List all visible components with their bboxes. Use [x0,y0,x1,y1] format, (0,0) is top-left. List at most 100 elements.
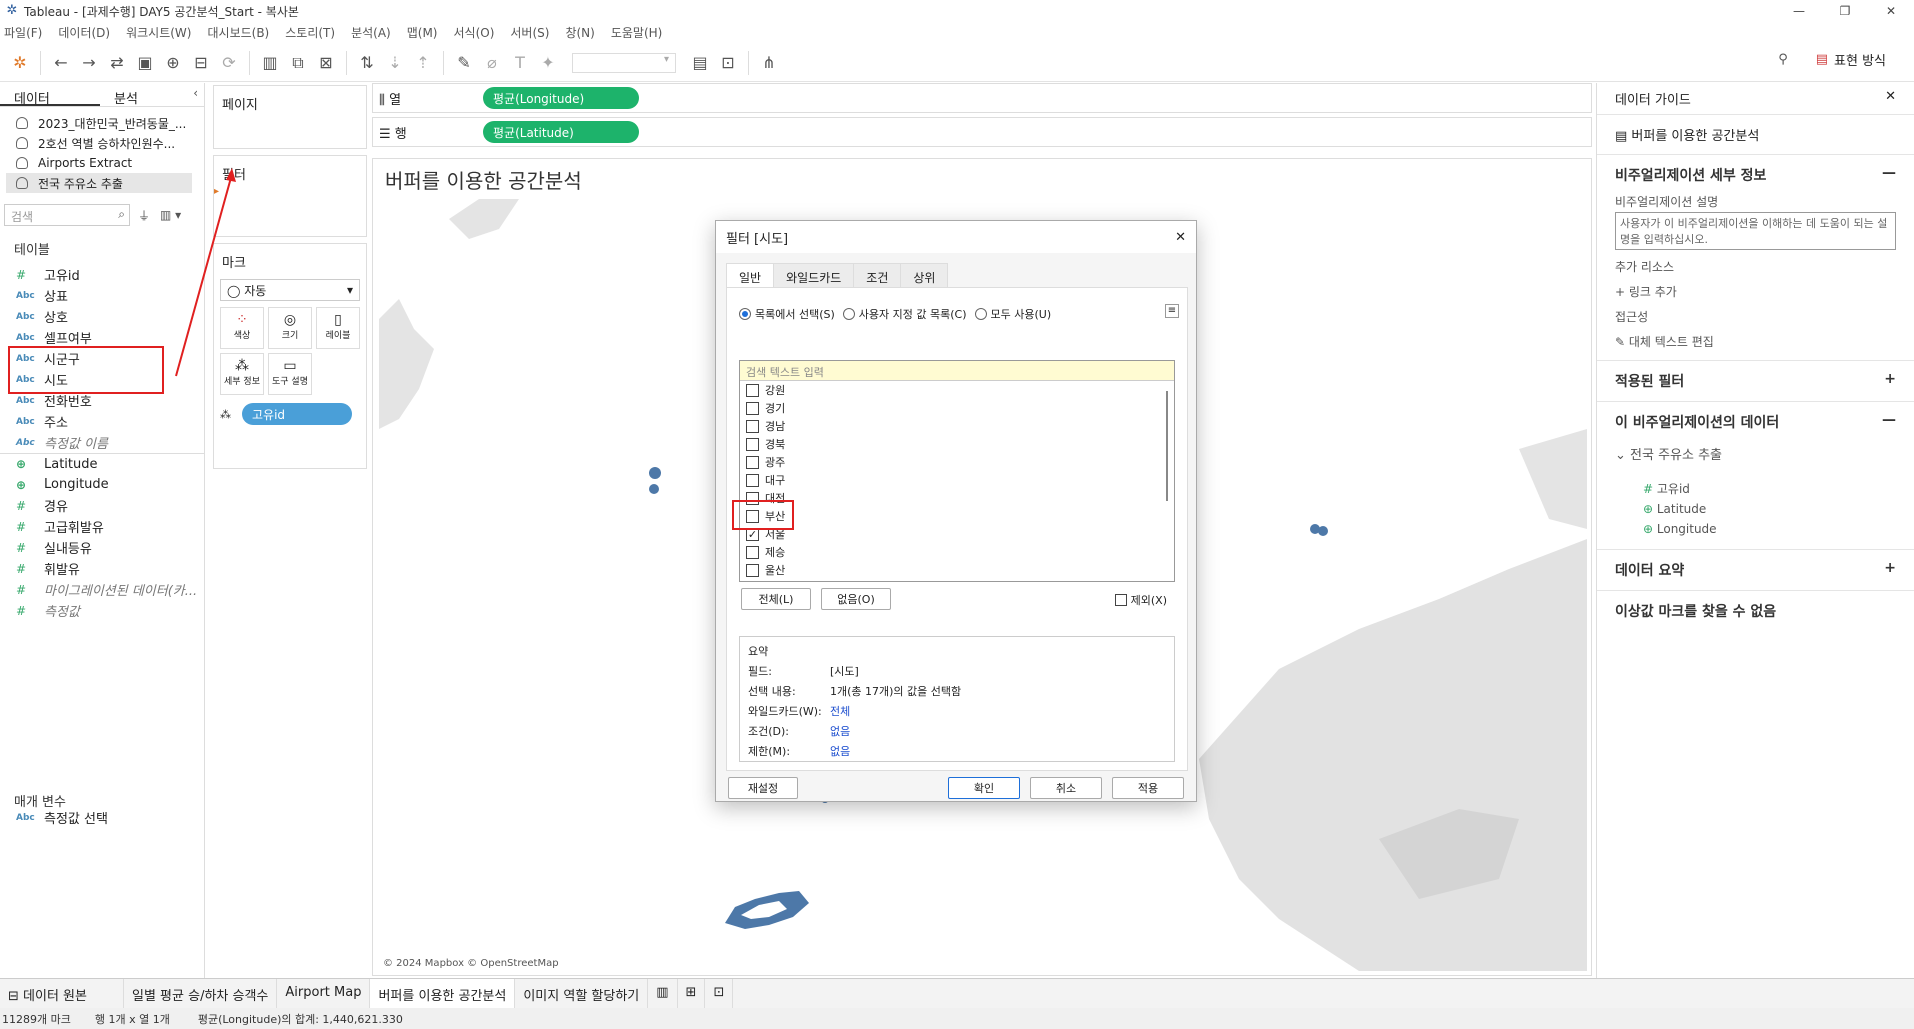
close-guide-icon[interactable]: ✕ [1885,89,1896,108]
value-checkbox-item[interactable]: 강원 [740,381,1174,399]
menu-data[interactable]: 데이터(D) [58,24,110,41]
detail-pill[interactable]: 고유id [242,403,352,425]
summary-link[interactable]: 없음 [830,743,850,759]
list-scrollbar[interactable] [1166,391,1168,501]
field-search-input[interactable]: 검색 ⌕ [4,204,130,226]
close-window-button[interactable]: ✕ [1868,0,1914,22]
list-search-input[interactable]: 검색 텍스트 입력 [740,361,1174,381]
field-item[interactable]: ⊕ Longitude [0,474,204,495]
show-me-button[interactable]: ⚲ ▤ 표현 방식 [1778,50,1886,69]
list-options-icon[interactable]: ≡ [1165,304,1179,318]
summary-link[interactable]: 전체 [830,703,850,719]
reset-button[interactable]: 재설정 [728,777,798,799]
pages-shelf[interactable]: 페이지 [213,85,367,149]
datasource-item[interactable]: 2호선 역별 승하차인원수... [0,133,204,153]
save-icon[interactable]: ▣ [131,49,159,77]
filter-icon[interactable]: ⏚ [138,207,150,224]
new-datasource-icon[interactable]: ⊕ [159,49,187,77]
menu-help[interactable]: 도움말(H) [611,24,663,41]
value-checkbox-item[interactable]: 부산 [740,507,1174,525]
field-item[interactable]: # 실내등유 [0,537,204,558]
collapse-icon[interactable]: — [1882,412,1896,432]
tab-sheet[interactable]: Airport Map [277,978,371,1009]
rows-shelf[interactable]: ☰ 행 평균(Latitude) [372,117,1592,147]
menu-window[interactable]: 창(N) [565,24,594,41]
field-item[interactable]: # 측정값 [0,600,204,621]
tab-sheet[interactable]: 이미지 역할 할당하기 [515,978,649,1009]
new-dashboard-icon[interactable]: ⊞ [678,978,706,1009]
minimize-button[interactable]: — [1776,0,1822,22]
tab-data[interactable]: 데이터 [0,83,100,107]
parameter-item[interactable]: Abc 측정값 선택 [0,807,108,828]
radio-custom-list[interactable]: 사용자 지정 값 목록(C) [842,306,967,322]
radio-select-from-list[interactable]: 목록에서 선택(S) [739,306,835,322]
columns-pill[interactable]: 평균(Longitude) [483,87,639,109]
fit-dropdown[interactable]: ▾ [572,52,676,73]
clear-sheet-icon[interactable]: ⊠ [312,49,340,77]
value-checkbox-item[interactable]: 울산 [740,561,1174,579]
duplicate-sheet-icon[interactable]: ⧉ [284,49,312,77]
group-icon[interactable]: ⌀ [478,49,506,77]
cancel-button[interactable]: 취소 [1030,777,1102,799]
tab-analysis[interactable]: 분석 [100,83,200,107]
apply-button[interactable]: 적용 [1112,777,1184,799]
menu-dashboard[interactable]: 대시보드(B) [207,24,269,41]
label-icon[interactable]: T [506,49,534,77]
value-checkbox-item[interactable]: 경북 [740,435,1174,453]
new-story-icon[interactable]: ⊡ [705,978,734,1009]
tooltip-button[interactable]: ▭ 도구 설명 [268,353,312,395]
share-icon[interactable]: ⋔ [755,49,783,77]
value-checkbox-item[interactable]: 경남 [740,417,1174,435]
add-link-button[interactable]: + 링크 추가 [1615,283,1896,300]
datasource-item[interactable]: 2023_대한민국_반려동물_... [0,113,204,133]
exclude-checkbox[interactable]: 제외(X) [1114,592,1167,608]
tab-datasource[interactable]: ⊟ 데이터 원본 [0,978,124,1009]
select-none-button[interactable]: 없음(O) [821,588,891,610]
show-cards-icon[interactable]: ▤ [686,49,714,77]
value-checkbox-item[interactable]: ✓ 서울 [740,525,1174,543]
value-checkbox-item[interactable]: 대전 [740,489,1174,507]
new-sheet-icon[interactable]: ▥ [256,49,284,77]
field-item[interactable]: ⊕ Latitude [0,453,204,474]
mark-type-dropdown[interactable]: ◯ 자동 ▾ [220,279,360,301]
expand-icon[interactable]: + [1884,371,1896,391]
tab-sheet[interactable]: 일별 평균 승/하차 승객수 [124,978,278,1009]
select-all-button[interactable]: 전체(L) [741,588,811,610]
value-checkbox-item[interactable]: 대구 [740,471,1174,489]
guide-source-row[interactable]: ⌄ 전국 주유소 추출 [1615,444,1896,463]
highlight-icon[interactable]: ✎ [450,49,478,77]
presentation-icon[interactable]: ⊡ [714,49,742,77]
size-button[interactable]: ◎ 크기 [268,307,312,349]
swap-icon[interactable]: ⇅ [353,49,381,77]
field-item[interactable]: # 경유 [0,495,204,516]
menu-format[interactable]: 서식(O) [454,24,495,41]
value-checkbox-item[interactable]: 제승 [740,543,1174,561]
pause-update-icon[interactable]: ⊟ [187,49,215,77]
field-item[interactable]: # 고급휘발유 [0,516,204,537]
columns-shelf[interactable]: ⫼ 열 평균(Longitude) [372,83,1592,113]
collapse-pane-icon[interactable]: ‹ [193,86,198,100]
menu-analysis[interactable]: 분석(A) [351,24,391,41]
expand-icon[interactable]: + [1884,560,1896,580]
field-item[interactable]: # 휘발유 [0,558,204,579]
ok-button[interactable]: 확인 [948,777,1020,799]
desc-textarea[interactable]: 사용자가 이 비주얼리제이션을 이해하는 데 도움이 되는 설명을 입력하십시오… [1615,212,1896,250]
refresh-icon[interactable]: ⟳ [215,49,243,77]
summary-link[interactable]: 없음 [830,723,850,739]
new-worksheet-icon[interactable]: ▥ [648,978,678,1009]
value-checkbox-item[interactable]: 광주 [740,453,1174,471]
radio-use-all[interactable]: 모두 사용(U) [974,306,1051,322]
menu-file[interactable]: 파일(F) [4,24,42,41]
undo-icon[interactable]: ← [47,49,75,77]
rows-pill[interactable]: 평균(Latitude) [483,121,639,143]
menu-worksheet[interactable]: 워크시트(W) [126,24,191,41]
alt-text-button[interactable]: ✎ 대체 텍스트 편집 [1615,333,1896,350]
sort-desc-icon[interactable]: ⇡ [409,49,437,77]
tab-sheet-active[interactable]: 버퍼를 이용한 공간분석 [370,978,516,1009]
sort-asc-icon[interactable]: ⇣ [381,49,409,77]
close-icon[interactable]: ✕ [1175,230,1186,245]
maximize-button[interactable]: ❐ [1822,0,1868,22]
redo-icon[interactable]: → [75,49,103,77]
collapse-icon[interactable]: — [1882,165,1896,185]
field-item[interactable]: # 마이그레이션된 데이터(카... [0,579,204,600]
